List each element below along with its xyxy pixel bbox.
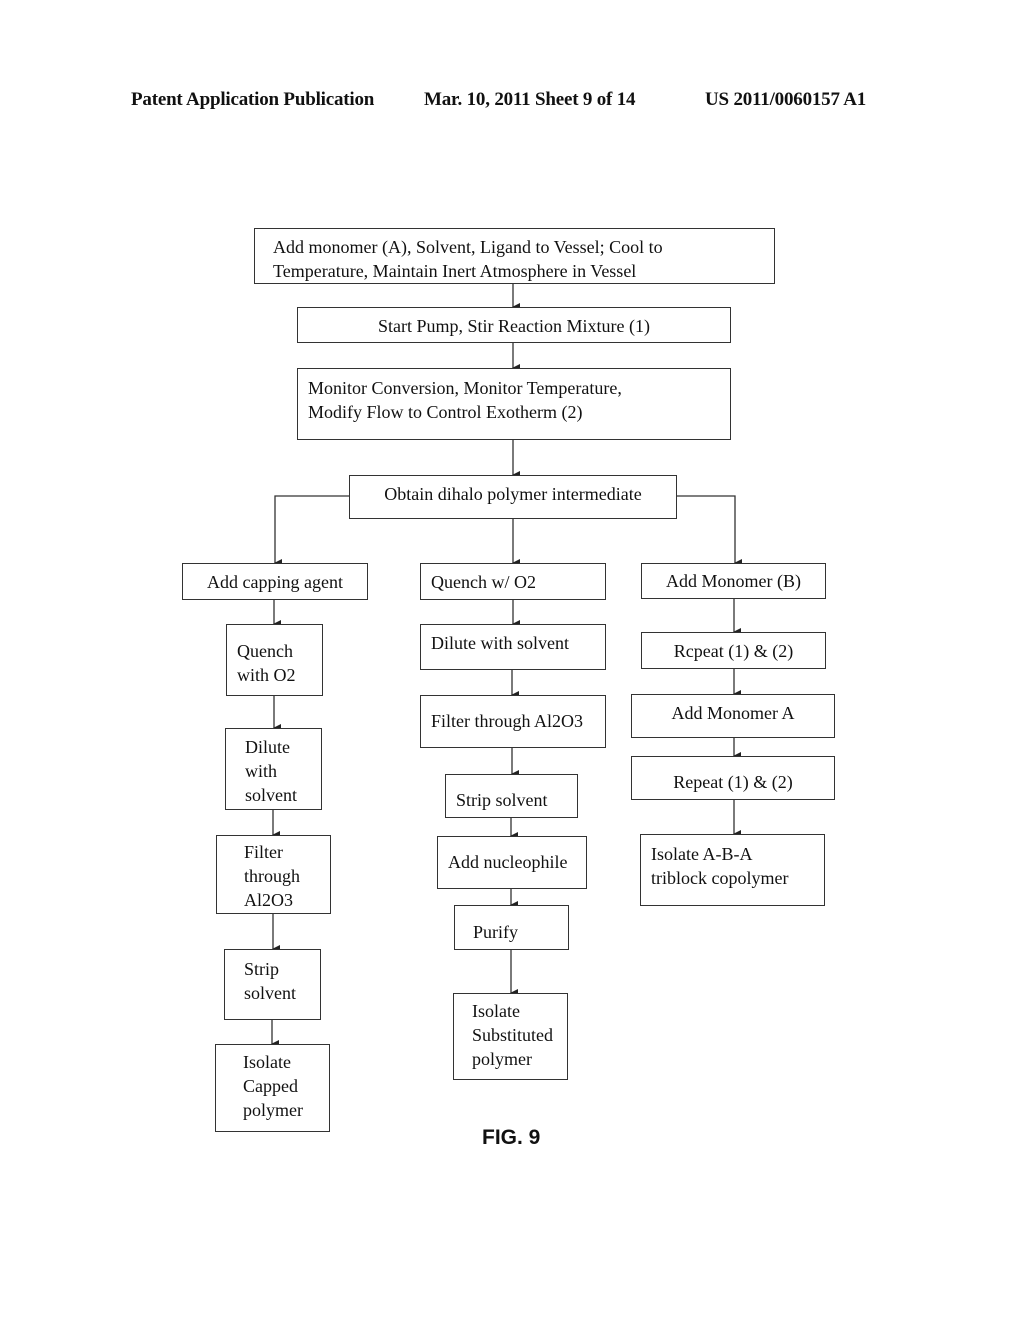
- right-step-add-monomer-b: Add Monomer (B): [641, 563, 826, 599]
- step-monitor: Monitor Conversion, Monitor Temperature,…: [297, 368, 731, 440]
- left-step-add-capping-agent: Add capping agent: [182, 563, 368, 600]
- right-step-repeat-2: Repeat (1) & (2): [631, 756, 835, 800]
- right-step-add-monomer-a: Add Monomer A: [631, 694, 835, 738]
- arrow-branch-left: [274, 495, 349, 567]
- step-add-monomer: Add monomer (A), Solvent, Ligand to Vess…: [254, 228, 775, 284]
- mid-step-purify: Purify: [454, 905, 569, 950]
- left-step-isolate-capped: Isolate Capped polymer: [215, 1044, 330, 1132]
- arrow-branch-right: [677, 495, 742, 567]
- figure-label: FIG. 9: [482, 1126, 541, 1149]
- left-step-strip-solvent: Strip solvent: [224, 949, 321, 1020]
- step-obtain-intermediate: Obtain dihalo polymer intermediate: [349, 475, 677, 519]
- mid-step-strip-solvent: Strip solvent: [445, 774, 578, 818]
- right-step-isolate-triblock: Isolate A-B-A triblock copolymer: [640, 834, 825, 906]
- mid-step-isolate-substituted: Isolate Substituted polymer: [453, 993, 568, 1080]
- mid-step-add-nucleophile: Add nucleophile: [437, 836, 587, 889]
- left-step-filter: Filter through Al2O3: [216, 835, 331, 914]
- mid-step-quench-o2: Quench w/ O2: [420, 563, 606, 600]
- left-step-dilute: Dilute with solvent: [225, 728, 322, 810]
- step-start-pump: Start Pump, Stir Reaction Mixture (1): [297, 307, 731, 343]
- mid-step-dilute: Dilute with solvent: [420, 624, 606, 670]
- left-step-quench-o2: Quench with O2: [226, 624, 323, 696]
- mid-step-filter: Filter through Al2O3: [420, 695, 606, 748]
- right-step-repeat-1: Rcpeat (1) & (2): [641, 632, 826, 669]
